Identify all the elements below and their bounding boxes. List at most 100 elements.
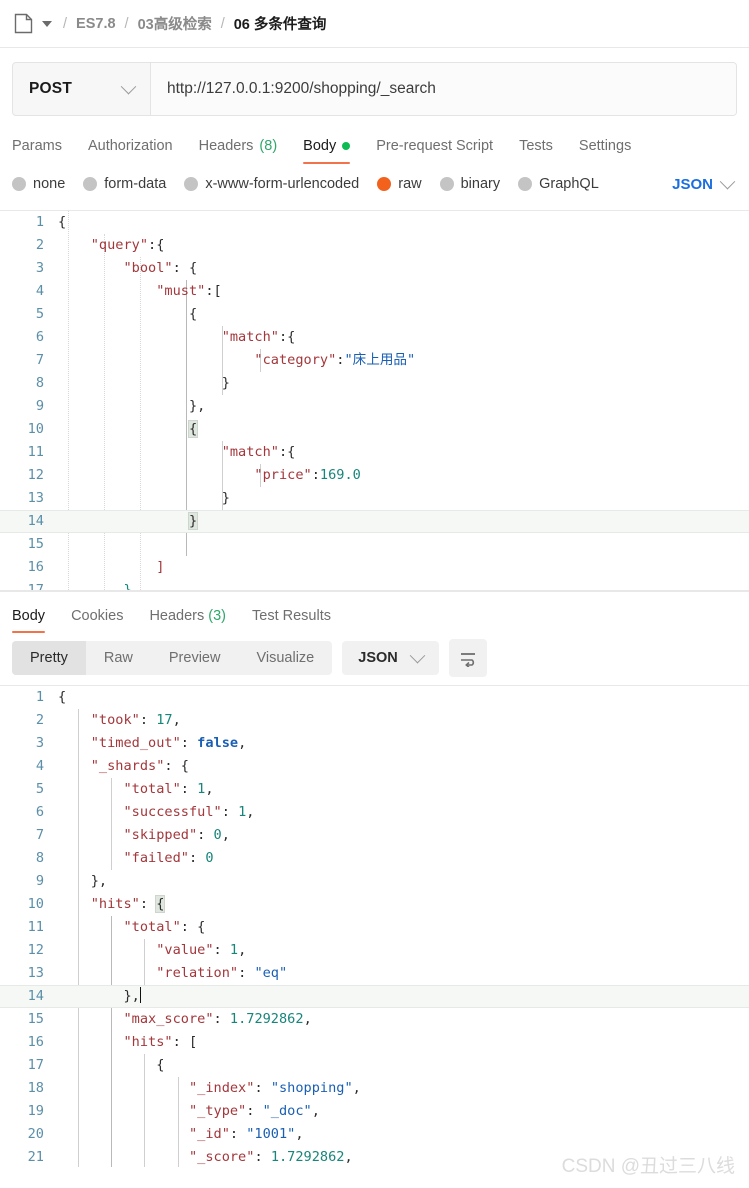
code-text: "max_score": 1.7292862, [58,1008,311,1031]
body-format-select[interactable]: JSON [672,173,737,193]
code-text: "_score": 1.7292862, [58,1146,353,1167]
code-text: "took": 17, [58,709,181,732]
line-number: 16 [27,559,44,575]
response-code-lines: 1{2 "took": 17, 3 "timed_out": false, 4 "_… [0,686,749,1167]
code-text: { [58,211,66,234]
code-line: 12 "price":169.0 [0,464,749,487]
response-body-editor[interactable]: 1{2 "took": 17, 3 "timed_out": false, 4 "_… [0,685,749,1167]
line-number: 11 [27,919,44,935]
code-line: 14 }, [0,985,749,1008]
request-body-editor[interactable]: 1{2 "query":{3 "bool": {4 "must":[5 {6 "… [0,210,749,591]
body-type-form-data[interactable]: form-data [83,176,166,192]
request-tab-settings[interactable]: Settings [579,138,631,164]
body-type-x-www-form-urlencoded[interactable]: x-www-form-urlencoded [184,176,359,192]
request-tab-pre-request-script[interactable]: Pre-request Script [376,138,493,164]
view-mode-raw[interactable]: Raw [86,641,151,675]
request-tab-headers[interactable]: Headers (8) [199,138,278,164]
code-token: : [180,781,198,797]
code-token: : [180,735,198,751]
body-type-none[interactable]: none [12,176,65,192]
request-tab-authorization[interactable]: Authorization [88,138,173,164]
breadcrumb-separator: / [220,15,225,32]
view-mode-visualize[interactable]: Visualize [238,641,332,675]
code-line: 3 "timed_out": false, [0,732,749,755]
code-token: { [58,214,67,230]
body-type-raw[interactable]: raw [377,176,422,192]
body-type-label: form-data [104,176,167,192]
body-type-binary[interactable]: binary [439,176,500,192]
request-tab-params[interactable]: Params [12,138,62,164]
code-token: :{ [278,329,296,345]
code-token: , [344,1149,353,1165]
breadcrumb-item-current[interactable]: 06 多条件查询 [234,13,327,34]
code-token: 1 [229,942,239,958]
code-text: "hits": { [58,893,166,916]
view-mode-preview[interactable]: Preview [151,641,239,675]
request-tabs: Params Authorization Headers (8) Body Pre-req… [0,120,749,164]
response-tab-headers[interactable]: Headers (3) [149,608,226,633]
code-token: { [58,689,67,705]
code-token: } [221,375,230,391]
document-icon[interactable] [14,13,33,34]
breadcrumb-item-es[interactable]: ES7.8 [76,16,116,32]
code-token: "failed" [123,850,189,866]
request-tab-body[interactable]: Body [303,138,351,164]
line-number: 10 [27,421,44,437]
code-token: , [352,1080,361,1096]
http-method-select[interactable]: POST [13,63,151,115]
line-number: 3 [35,735,44,751]
breadcrumb-item-folder[interactable]: 03高级检索 [138,13,212,34]
code-token: "match" [221,329,279,345]
code-line: 10 { [0,418,749,441]
view-mode-pretty[interactable]: Pretty [12,641,86,675]
code-text: }, [58,870,107,893]
body-type-graphql[interactable]: GraphQL [518,176,599,192]
line-number: 1 [35,689,44,705]
line-number: 21 [27,1149,44,1165]
code-token: : [188,850,206,866]
code-token: "successful" [123,804,222,820]
code-token: , [295,1126,304,1142]
code-token: "hits" [123,1034,173,1050]
code-token: { [188,306,198,322]
code-token: : { [172,260,198,276]
code-token: { [155,895,166,913]
code-token: "_shards" [90,758,165,774]
line-number: 14 [27,988,44,1004]
code-line: 9 }, [0,870,749,893]
radio-icon [12,177,26,191]
tab-count: (3) [204,608,227,624]
response-format-select[interactable]: JSON [342,641,439,675]
radio-icon [83,177,98,191]
tab-label: Tests [519,138,553,154]
body-type-options: none form-data x-www-form-urlencoded raw bin… [0,164,749,204]
line-number: 20 [27,1126,44,1142]
code-line: 3 "bool": { [0,257,749,280]
word-wrap-icon[interactable] [448,639,487,677]
code-line: 4 "must":[ [0,280,749,303]
response-tab-cookies[interactable]: Cookies [71,608,123,633]
line-number: 1 [35,214,44,230]
chevron-down-icon [719,173,736,189]
tab-label: Test Results [252,608,331,624]
radio-icon [518,177,533,191]
chevron-down-icon [120,78,137,94]
url-input[interactable]: http://127.0.0.1:9200/shopping/_search [151,63,736,115]
caret-down-icon[interactable] [42,20,52,27]
line-number: 14 [27,513,44,529]
response-tab-body[interactable]: Body [12,608,46,633]
code-token: , [311,1103,320,1119]
code-line: 21 "_score": 1.7292862, [0,1146,749,1167]
response-tab-test-results[interactable]: Test Results [252,608,331,633]
request-tab-tests[interactable]: Tests [519,138,553,164]
code-line: 7 "category":"床上用品" [0,349,749,372]
